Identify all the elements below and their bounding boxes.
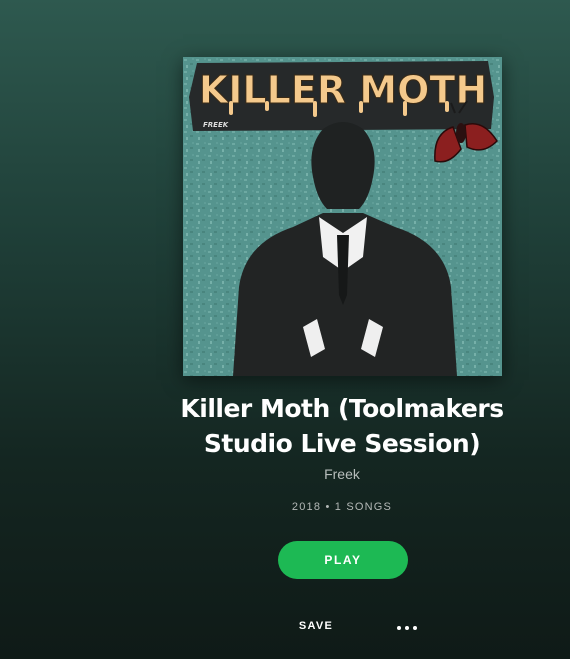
album-meta: 2018 • 1 SONGS <box>291 501 393 513</box>
band-logo-text: KILLER MOTH <box>199 68 487 112</box>
artist-link[interactable]: Freek <box>160 466 524 482</box>
album-art-image: KILLER MOTH FREEK <box>183 57 502 376</box>
label-text: FREEK <box>203 121 229 129</box>
album-title: Killer Moth (Toolmakers Studio Live Sess… <box>180 394 504 458</box>
save-button[interactable]: SAVE <box>294 620 338 632</box>
dot <box>397 626 401 630</box>
dot <box>405 626 409 630</box>
album-cover: KILLER MOTH FREEK <box>183 57 502 376</box>
play-button[interactable]: PLAY <box>278 541 408 579</box>
more-dots-icon[interactable] <box>392 620 422 636</box>
dot <box>413 626 417 630</box>
